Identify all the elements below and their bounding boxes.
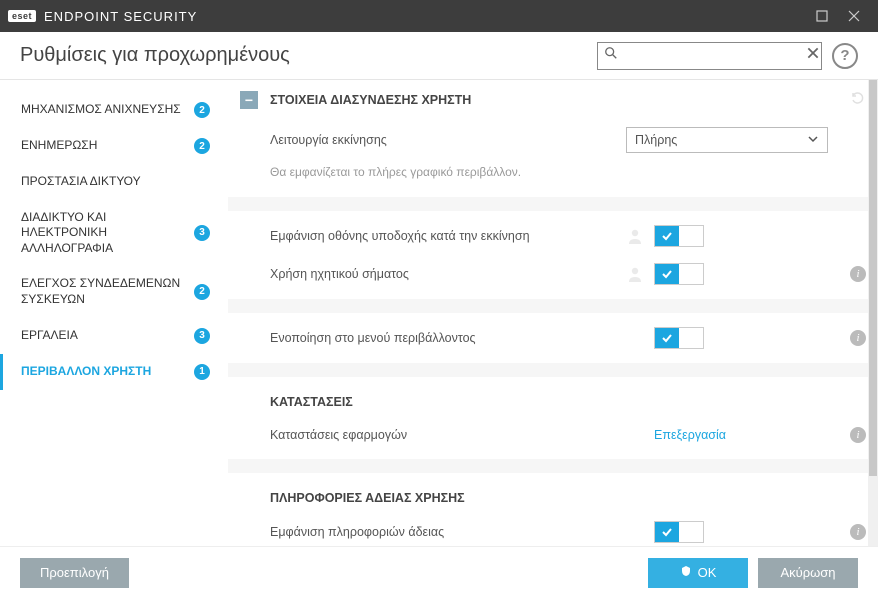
row-context-menu: Ενοποίηση στο μενού περιβάλλοντος i bbox=[228, 319, 878, 357]
edit-statuses-link[interactable]: Επεξεργασία bbox=[654, 428, 704, 442]
ok-button[interactable]: OK bbox=[648, 558, 748, 588]
nav-web-email[interactable]: ΔΙΑΔΙΚΤΥΟ ΚΑΙ ΗΛΕΚΤΡΟΝΙΚΗ ΑΛΛΗΛΟΓΡΑΦΙΑ3 bbox=[0, 200, 228, 267]
clear-search-icon[interactable] bbox=[806, 46, 820, 65]
info-icon[interactable]: i bbox=[850, 266, 866, 282]
shield-icon bbox=[680, 565, 692, 580]
badge: 3 bbox=[194, 328, 210, 344]
divider bbox=[228, 197, 878, 211]
footer: Προεπιλογή OK Ακύρωση bbox=[0, 546, 878, 598]
search-icon bbox=[604, 46, 618, 65]
badge: 2 bbox=[194, 284, 210, 300]
nav-update[interactable]: ΕΝΗΜΕΡΩΣΗ2 bbox=[0, 128, 228, 164]
badge: 3 bbox=[194, 225, 210, 241]
row-splash-screen: Εμφάνιση οθόνης υποδοχής κατά την εκκίνη… bbox=[228, 217, 878, 255]
search-input[interactable] bbox=[624, 48, 800, 63]
row-startup-mode: Λειτουργία εκκίνησης Πλήρης bbox=[228, 119, 878, 161]
user-icon bbox=[626, 227, 644, 245]
divider bbox=[228, 299, 878, 313]
divider bbox=[228, 363, 878, 377]
scrollbar-thumb[interactable] bbox=[869, 80, 877, 476]
nav-tools[interactable]: ΕΡΓΑΛΕΙΑ3 bbox=[0, 318, 228, 354]
window-close-button[interactable] bbox=[838, 0, 870, 32]
chevron-down-icon bbox=[807, 133, 819, 148]
badge: 2 bbox=[194, 138, 210, 154]
splash-screen-toggle[interactable] bbox=[654, 225, 704, 247]
scrollbar[interactable] bbox=[868, 80, 878, 546]
subsection-license: ΠΛΗΡΟΦΟΡΙΕΣ ΑΔΕΙΑΣ ΧΡΗΣΗΣ bbox=[228, 479, 878, 513]
search-box[interactable] bbox=[597, 42, 822, 70]
nav-user-interface[interactable]: ΠΕΡΙΒΑΛΛΟΝ ΧΡΗΣΤΗ1 bbox=[0, 354, 228, 390]
nav-detection-engine[interactable]: ΜΗΧΑΝΙΣΜΟΣ ΑΝΙΧΝΕΥΣΗΣ2 bbox=[0, 92, 228, 128]
header: Ρυθμίσεις για προχωρημένους ? bbox=[0, 32, 878, 80]
nav-network-protection[interactable]: ΠΡΟΣΤΑΣΙΑ ΔΙΚΤΥΟΥ bbox=[0, 164, 228, 200]
help-button[interactable]: ? bbox=[832, 43, 858, 69]
collapse-icon[interactable]: − bbox=[240, 91, 258, 109]
badge: 2 bbox=[194, 102, 210, 118]
user-icon bbox=[626, 265, 644, 283]
divider bbox=[228, 459, 878, 473]
startup-mode-select[interactable]: Πλήρης bbox=[626, 127, 828, 153]
content-panel: − ΣΤΟΙΧΕΙΑ ΔΙΑΣΥΝΔΕΣΗΣ ΧΡΗΣΤΗ Λειτουργία… bbox=[228, 80, 878, 546]
info-icon[interactable]: i bbox=[850, 330, 866, 346]
info-icon[interactable]: i bbox=[850, 427, 866, 443]
badge: 1 bbox=[194, 364, 210, 380]
sidebar: ΜΗΧΑΝΙΣΜΟΣ ΑΝΙΧΝΕΥΣΗΣ2 ΕΝΗΜΕΡΩΣΗ2 ΠΡΟΣΤΑ… bbox=[0, 80, 228, 546]
row-show-license-info: Εμφάνιση πληροφοριών άδειας i bbox=[228, 513, 878, 546]
product-name: ENDPOINT SECURITY bbox=[44, 9, 806, 24]
titlebar: eset ENDPOINT SECURITY bbox=[0, 0, 878, 32]
undo-icon[interactable] bbox=[850, 90, 866, 109]
cancel-button[interactable]: Ακύρωση bbox=[758, 558, 858, 588]
startup-mode-description: Θα εμφανίζεται το πλήρες γραφικό περιβάλ… bbox=[228, 161, 878, 191]
section-header-ui-elements[interactable]: − ΣΤΟΙΧΕΙΑ ΔΙΑΣΥΝΔΕΣΗΣ ΧΡΗΣΤΗ bbox=[228, 80, 878, 119]
brand-logo: eset bbox=[8, 10, 36, 22]
row-app-statuses: Καταστάσεις εφαρμογών Επεξεργασία i bbox=[228, 417, 878, 453]
context-menu-toggle[interactable] bbox=[654, 327, 704, 349]
row-sound-signal: Χρήση ηχητικού σήματος i bbox=[228, 255, 878, 293]
info-icon[interactable]: i bbox=[850, 524, 866, 540]
nav-device-control[interactable]: ΕΛΕΓΧΟΣ ΣΥΝΔΕΔΕΜΕΝΩΝ ΣΥΣΚΕΥΩΝ2 bbox=[0, 266, 228, 317]
show-license-info-toggle[interactable] bbox=[654, 521, 704, 543]
default-button[interactable]: Προεπιλογή bbox=[20, 558, 129, 588]
sound-signal-toggle[interactable] bbox=[654, 263, 704, 285]
window-maximize-button[interactable] bbox=[806, 0, 838, 32]
page-title: Ρυθμίσεις για προχωρημένους bbox=[20, 44, 597, 67]
subsection-statuses: ΚΑΤΑΣΤΑΣΕΙΣ bbox=[228, 383, 878, 417]
